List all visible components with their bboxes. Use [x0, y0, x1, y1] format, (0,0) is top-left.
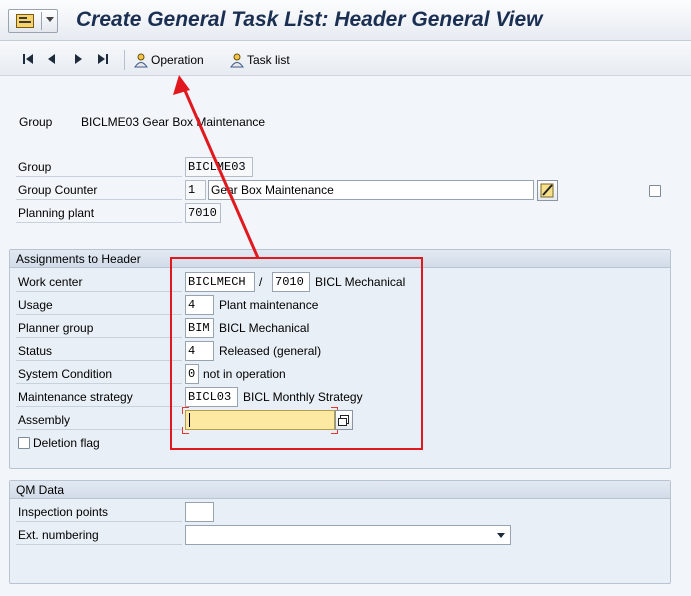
inspection-points-field[interactable]: [185, 502, 214, 522]
annotation-highlight-box: [170, 257, 423, 450]
deletion-flag-label: Deletion flag: [33, 436, 100, 450]
person-icon: [230, 53, 244, 68]
first-page-icon[interactable]: [20, 51, 36, 67]
menu-button[interactable]: [8, 9, 58, 33]
previous-page-icon[interactable]: [44, 51, 60, 67]
last-page-icon[interactable]: [95, 51, 111, 67]
maintenance-strategy-label: Maintenance strategy: [16, 387, 182, 407]
task-list-button-label: Task list: [247, 53, 290, 67]
planner-group-label: Planner group: [16, 318, 182, 338]
system-condition-label: System Condition: [16, 364, 182, 384]
chevron-down-icon: [46, 17, 54, 22]
task-list-button[interactable]: Task list: [229, 50, 290, 70]
menu-icon: [16, 14, 34, 28]
group-label: Group: [16, 157, 182, 177]
next-page-icon[interactable]: [70, 51, 86, 67]
person-icon: [134, 53, 148, 68]
group-counter-field: 1: [185, 180, 206, 200]
edit-text-icon: [540, 183, 554, 198]
page-title: Create General Task List: Header General…: [76, 8, 543, 31]
operation-button-label: Operation: [151, 53, 204, 67]
work-center-label: Work center: [16, 272, 182, 292]
assembly-label: Assembly: [16, 410, 182, 430]
planning-plant-field: 7010: [185, 203, 221, 223]
usage-label: Usage: [16, 295, 182, 315]
qm-data-group-title: QM Data: [10, 481, 670, 499]
toolbar-separator: [124, 50, 125, 70]
ext-numbering-label: Ext. numbering: [16, 525, 182, 545]
ext-numbering-select[interactable]: [185, 525, 511, 545]
planning-plant-label: Planning plant: [16, 203, 182, 223]
group-counter-label: Group Counter: [16, 180, 182, 200]
inspection-points-label: Inspection points: [16, 502, 182, 522]
group-counter-description-field[interactable]: Gear Box Maintenance: [208, 180, 534, 200]
menu-divider: [41, 12, 42, 30]
status-label: Status: [16, 341, 182, 361]
chevron-down-icon: [497, 533, 505, 538]
header-group-value: BICLME03 Gear Box Maintenance: [81, 115, 266, 129]
group-field: BICLME03: [185, 157, 253, 177]
operation-button[interactable]: Operation: [133, 50, 204, 70]
long-text-button[interactable]: [537, 180, 558, 201]
deletion-flag-checkbox[interactable]: [18, 437, 30, 449]
header-checkbox[interactable]: [649, 185, 661, 197]
header-group-label: Group: [19, 115, 53, 129]
